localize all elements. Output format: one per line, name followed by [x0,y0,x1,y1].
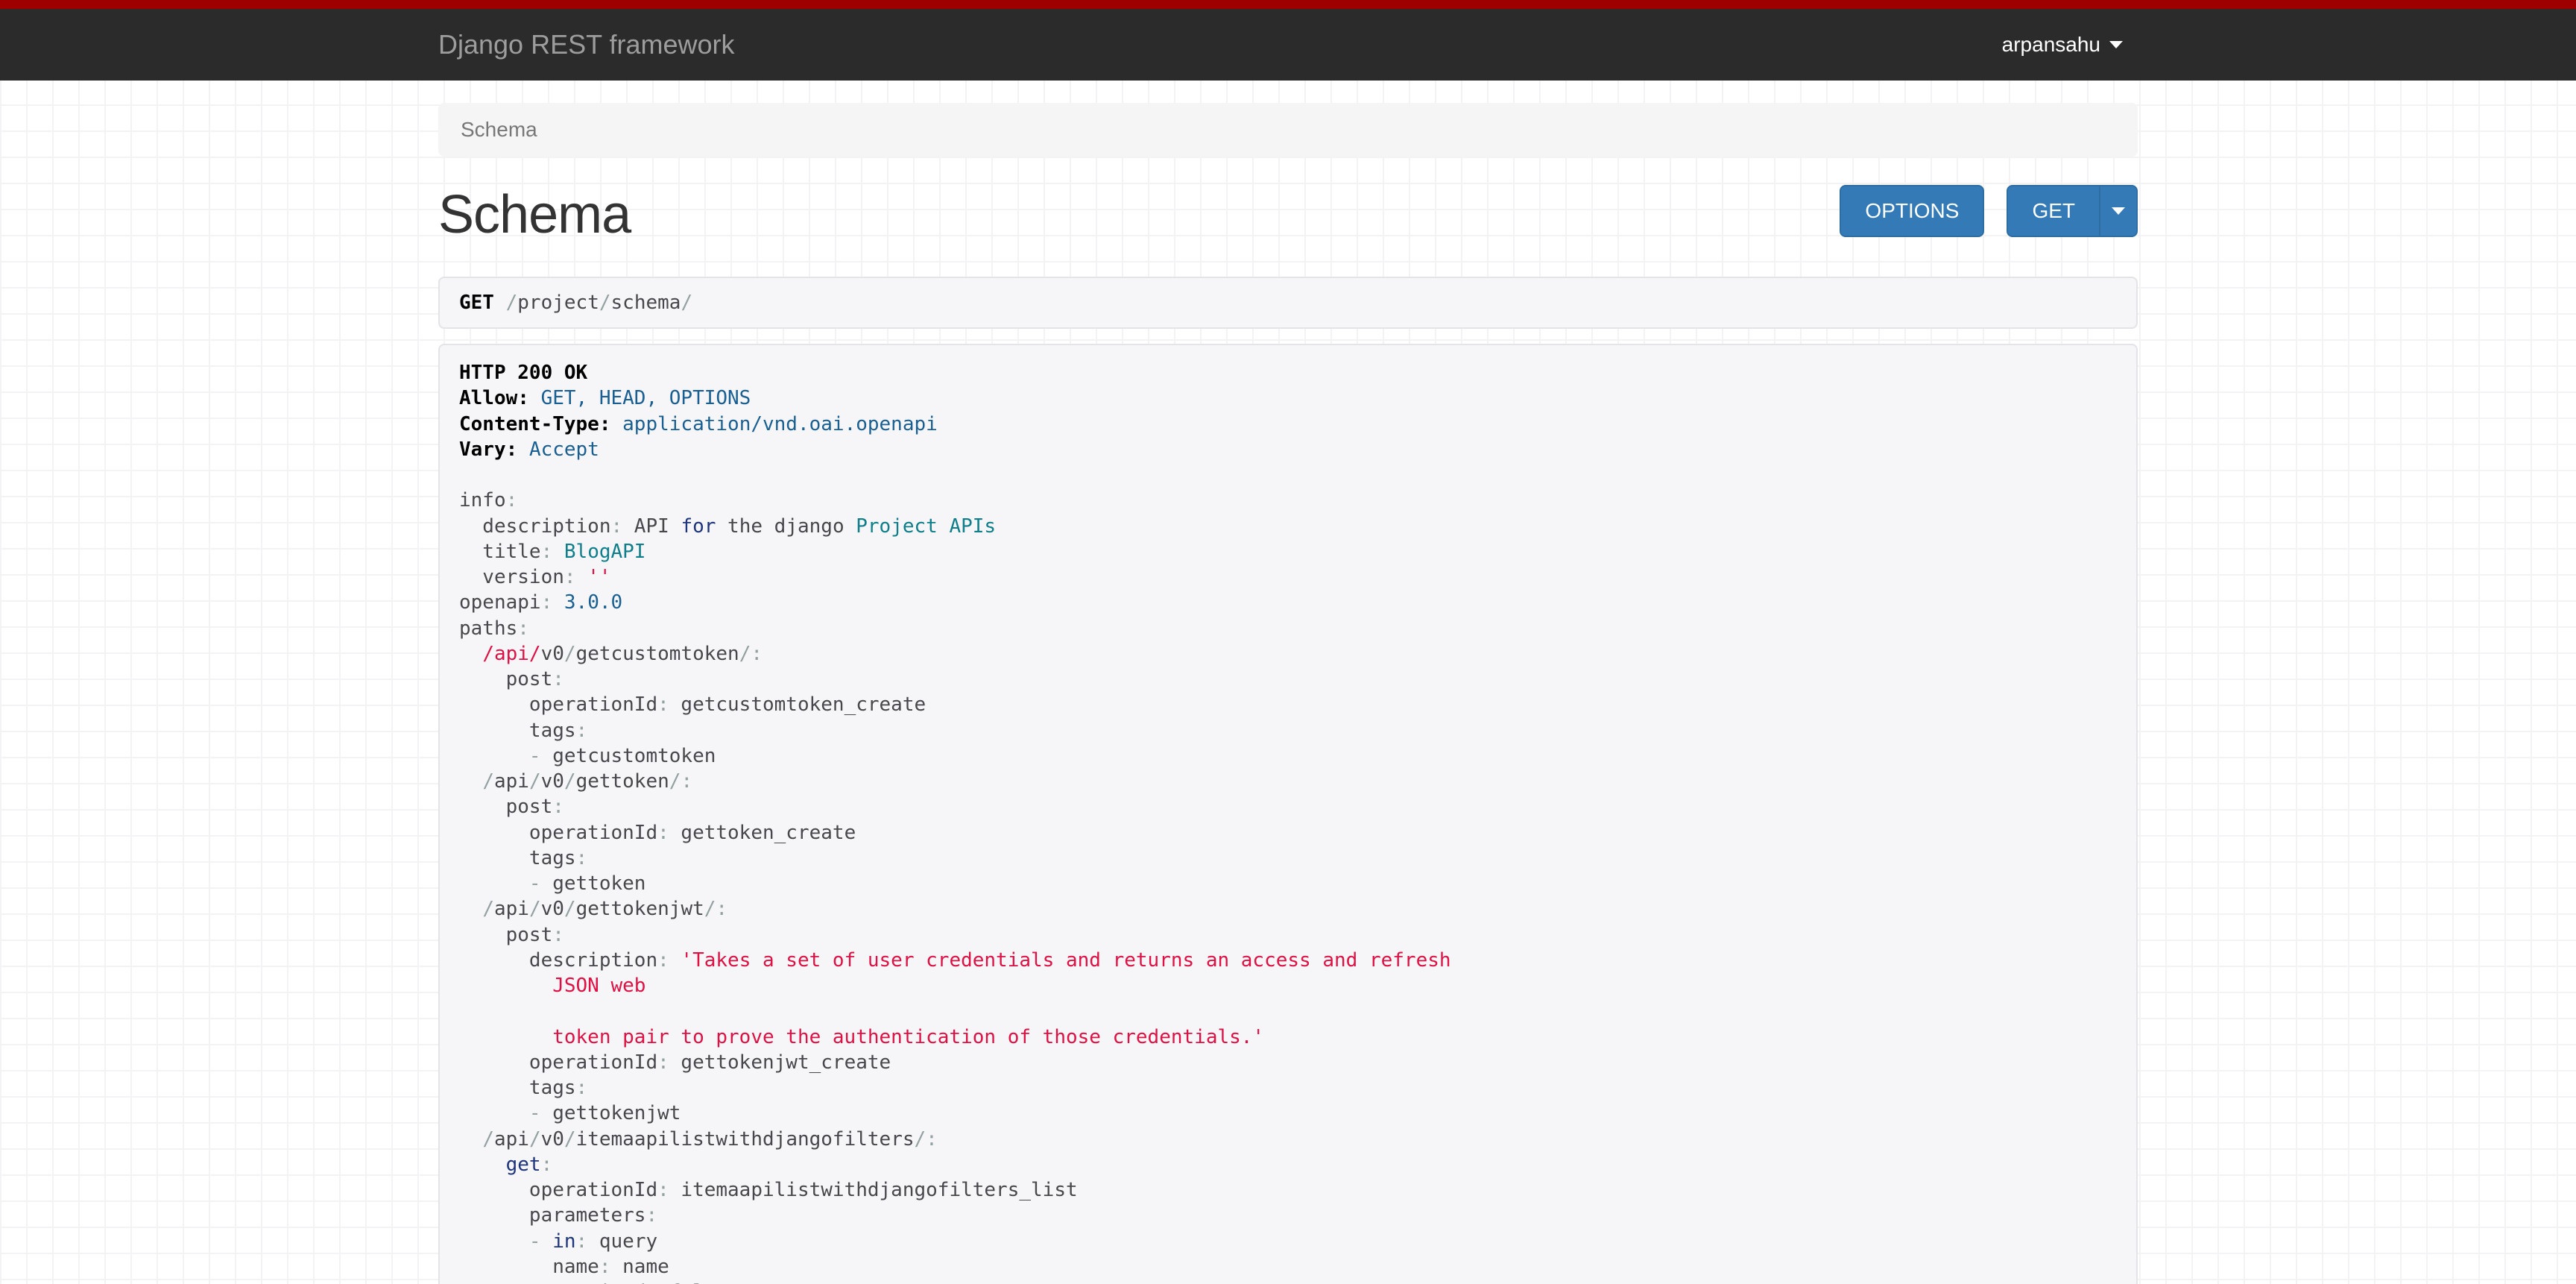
code-line: /api/v0/getcustomtoken/: [459,641,2117,667]
get-button[interactable]: GET [2007,185,2099,237]
code-line: tags: [459,846,2117,871]
code-line: - getcustomtoken [459,743,2117,769]
code-line [459,998,2117,1024]
options-button[interactable]: OPTIONS [1840,185,1984,237]
code-line: description: API for the django Project … [459,514,2117,539]
code-line: /api/v0/gettoken/: [459,769,2117,794]
code-line: operationId: getcustomtoken_create [459,692,2117,717]
get-button-group: GET [2007,185,2138,237]
code-line: operationId: itemaapilistwithdjangofilte… [459,1177,2117,1203]
code-line: post: [459,794,2117,819]
get-format-dropdown-toggle[interactable] [2099,185,2138,237]
chevron-down-icon [2109,41,2123,48]
action-toolbar: OPTIONS GET [1840,185,2138,237]
top-accent-bar [0,0,2576,9]
code-line: name: name [459,1254,2117,1280]
breadcrumb: Schema [438,103,2138,157]
code-line: post: [459,922,2117,948]
response-info: HTTP 200 OKAllow: GET, HEAD, OPTIONSCont… [438,344,2138,1284]
code-line: get: [459,1152,2117,1177]
code-line: tags: [459,718,2117,743]
user-menu-toggle[interactable]: arpansahu [2002,33,2138,57]
code-line: - gettokenjwt [459,1101,2117,1126]
code-line: HTTP 200 OK [459,360,2117,385]
response-body: HTTP 200 OKAllow: GET, HEAD, OPTIONSCont… [459,360,2117,1284]
code-line: info: [459,488,2117,513]
code-line: JSON web [459,973,2117,998]
page-title: Schema [438,185,631,245]
code-line [459,462,2117,488]
code-line: version: '' [459,564,2117,590]
username-label: arpansahu [2002,33,2100,57]
code-line: Vary: Accept [459,437,2117,462]
code-line: required: false [459,1280,2117,1284]
code-line: Content-Type: application/vnd.oai.openap… [459,412,2117,437]
code-line: tags: [459,1075,2117,1101]
navbar: Django REST framework arpansahu [0,9,2576,81]
code-line: post: [459,667,2117,692]
code-line: title: BlogAPI [459,539,2117,564]
code-line: - gettoken [459,871,2117,896]
code-line: parameters: [459,1203,2117,1228]
code-line: paths: [459,616,2117,641]
code-line: description: 'Takes a set of user creden… [459,948,2117,973]
code-line: openapi: 3.0.0 [459,590,2117,615]
code-line: operationId: gettoken_create [459,820,2117,846]
chevron-down-icon [2112,207,2125,215]
request-info: GET /project/schema/ [438,277,2138,329]
request-line: GET /project/schema/ [459,292,692,314]
code-line: /api/v0/itemaapilistwithdjangofilters/: [459,1127,2117,1152]
code-line: operationId: gettokenjwt_create [459,1050,2117,1075]
code-line: - in: query [459,1229,2117,1254]
code-line: token pair to prove the authentication o… [459,1025,2117,1050]
code-line: Allow: GET, HEAD, OPTIONS [459,385,2117,411]
navbar-brand[interactable]: Django REST framework [438,29,734,60]
code-line: /api/v0/gettokenjwt/: [459,896,2117,922]
breadcrumb-current: Schema [461,118,537,141]
